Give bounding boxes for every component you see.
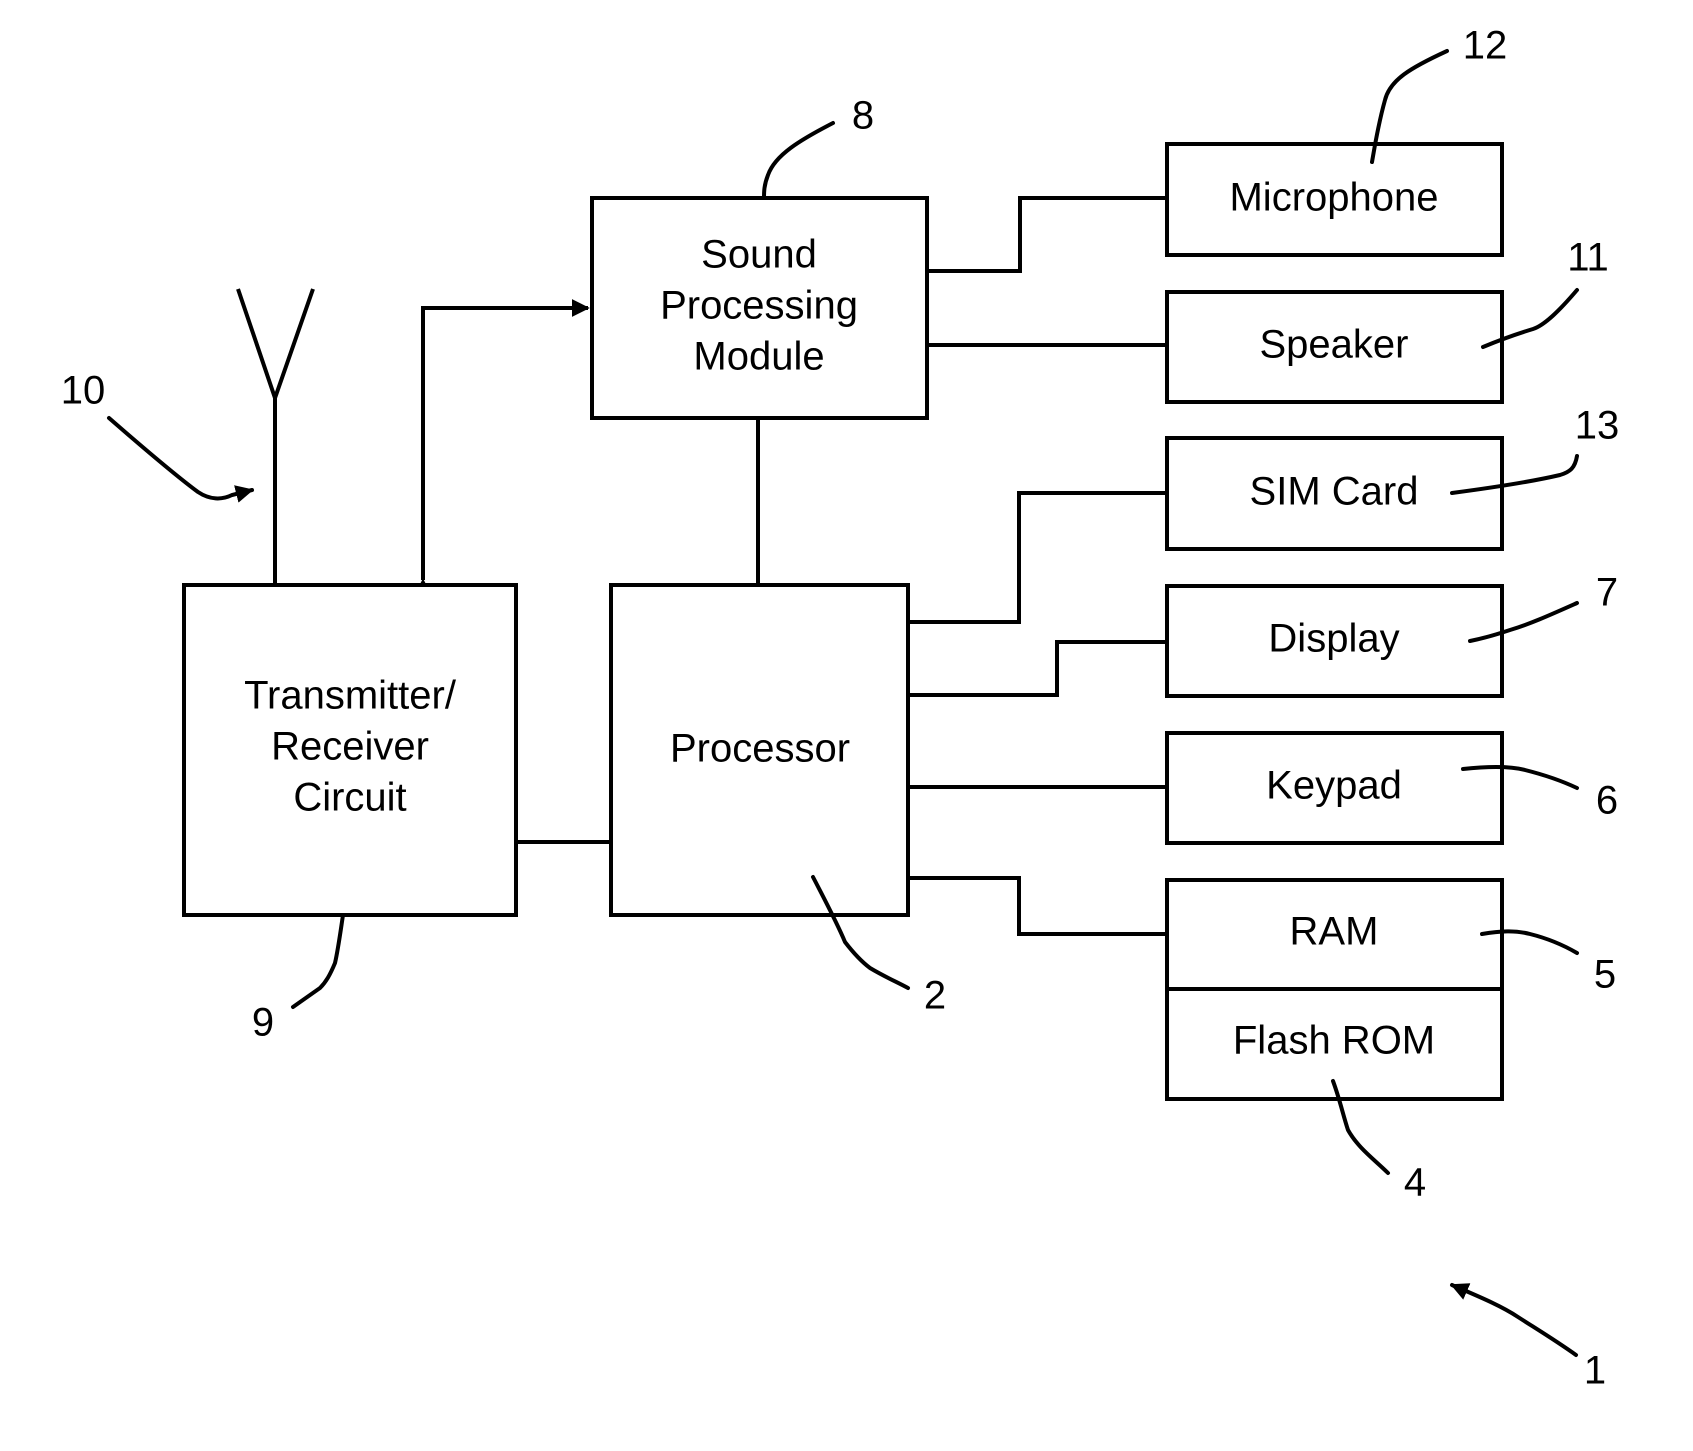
block-processor: Processor: [609, 583, 910, 917]
ram-label: RAM: [1290, 910, 1379, 954]
sound-processing-label-line2: Processing: [660, 284, 858, 328]
microphone-label: Microphone: [1229, 176, 1438, 220]
block-ram: RAM: [1165, 878, 1504, 991]
wire-processor-to-display: [908, 640, 1167, 697]
transceiver-label-line1: Transmitter/: [244, 674, 457, 718]
block-microphone: Microphone: [1165, 142, 1504, 257]
wire-processor-to-sim: [908, 491, 1167, 624]
leader-10: [107, 416, 254, 503]
keypad-label: Keypad: [1266, 764, 1402, 808]
sound-processing-label-line3: Module: [693, 335, 824, 379]
block-transmitter-receiver: Transmitter/ Receiver Circuit: [182, 583, 518, 917]
transceiver-label-line3: Circuit: [293, 776, 406, 820]
flash-rom-label: Flash ROM: [1233, 1019, 1435, 1063]
block-keypad: Keypad: [1165, 731, 1504, 845]
ref-2: 2: [924, 974, 946, 1018]
ref-10: 10: [61, 369, 106, 413]
block-diagram: Sound Processing Module Transmitter/ Rec…: [61, 24, 1620, 1393]
block-speaker: Speaker: [1165, 290, 1504, 404]
ref-11: 11: [1567, 236, 1609, 280]
ref-12: 12: [1463, 24, 1508, 68]
wire-processor-to-ram: [908, 876, 1167, 936]
sim-card-label: SIM Card: [1250, 470, 1419, 514]
ref-4: 4: [1404, 1161, 1426, 1205]
ref-8: 8: [852, 94, 874, 138]
transceiver-label-line2: Receiver: [271, 725, 429, 769]
block-display: Display: [1165, 584, 1504, 698]
display-label: Display: [1268, 617, 1399, 661]
ref-13: 13: [1575, 404, 1620, 448]
ref-5: 5: [1594, 953, 1616, 997]
wire-transceiver-sound-bidirectional: [414, 299, 590, 597]
wire-sound-to-microphone: [927, 196, 1167, 273]
leader-8: [762, 121, 835, 200]
ref-1: 1: [1584, 1349, 1606, 1393]
ref-7: 7: [1596, 571, 1618, 615]
processor-label: Processor: [670, 727, 850, 771]
antenna-icon: [236, 288, 315, 405]
speaker-label: Speaker: [1260, 323, 1409, 367]
leader-9: [291, 913, 345, 1009]
sound-processing-label-line1: Sound: [701, 233, 817, 277]
ref-9: 9: [252, 1001, 274, 1045]
ref-6: 6: [1596, 779, 1618, 823]
leader-1: [1450, 1283, 1578, 1357]
block-sound-processing-module: Sound Processing Module: [590, 196, 929, 420]
